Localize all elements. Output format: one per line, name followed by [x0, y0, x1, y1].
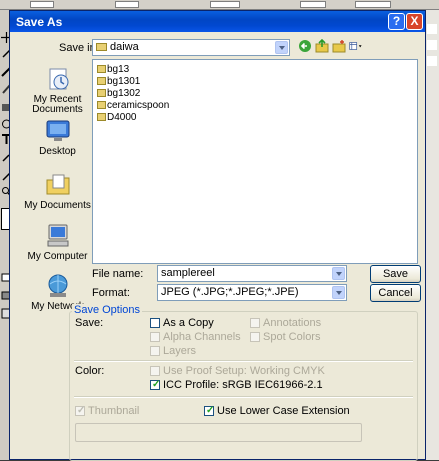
app-options-bar — [0, 0, 439, 10]
file-name: bg1301 — [107, 76, 141, 87]
save-options-title: Save Options — [72, 304, 143, 316]
divider — [74, 360, 413, 362]
file-list[interactable]: bg13 bg1301 bg1302 ceramicspoon D4000 — [92, 59, 418, 264]
file-name-input[interactable]: samplereel — [157, 265, 347, 282]
warning-area — [75, 423, 362, 442]
place-label: My Documents — [24, 200, 91, 211]
cancel-button[interactable]: Cancel — [370, 284, 421, 302]
spot-colors-checkbox[interactable] — [250, 332, 260, 342]
use-proof-setup-label: Use Proof Setup: Working CMYK — [163, 365, 325, 377]
save-in-value: daiwa — [96, 41, 139, 53]
dialog-title: Save As — [16, 15, 63, 29]
icc-profile-label: ICC Profile: sRGB IEC61966-2.1 — [163, 379, 323, 391]
layers-checkbox[interactable] — [150, 346, 160, 356]
lower-case-extension-checkbox[interactable]: ✓ — [204, 405, 215, 416]
list-item[interactable]: D4000 — [97, 112, 136, 124]
image-file-icon — [97, 65, 106, 73]
layers-label: Layers — [163, 345, 197, 357]
divider — [74, 396, 413, 398]
image-file-icon — [97, 77, 106, 85]
place-label: Documents — [32, 104, 83, 115]
checkmark-icon: ✓ — [152, 379, 161, 390]
chevron-down-icon[interactable] — [332, 267, 345, 280]
list-item[interactable]: ceramicspoon — [97, 100, 169, 112]
recent-documents-icon — [44, 65, 72, 93]
up-folder-icon[interactable] — [315, 39, 329, 53]
my-documents-icon — [44, 171, 72, 199]
file-name: bg1302 — [107, 88, 141, 99]
list-item[interactable]: bg1302 — [97, 88, 140, 100]
background-canvas — [425, 10, 439, 460]
back-icon[interactable] — [298, 39, 312, 53]
save-in-dropdown[interactable]: daiwa — [92, 39, 290, 56]
file-name: bg13 — [107, 64, 130, 75]
as-a-copy-label: As a Copy — [163, 317, 214, 329]
file-name-value: samplereel — [161, 267, 215, 279]
help-button[interactable]: ? — [388, 13, 405, 30]
desktop-icon — [44, 117, 72, 145]
annotations-label: Annotations — [263, 317, 322, 329]
format-dropdown[interactable]: JPEG (*.JPG;*.JPEG;*.JPE) — [157, 284, 347, 301]
image-file-icon — [97, 101, 106, 109]
checkmark-icon: ✓ — [77, 405, 86, 416]
title-bar: Save As ? X — [10, 11, 425, 32]
as-a-copy-checkbox[interactable] — [150, 318, 160, 328]
place-label: My Computer — [27, 251, 88, 262]
options-field — [355, 1, 391, 8]
annotations-checkbox[interactable] — [250, 318, 260, 328]
places-bar: My Recent Documents Desktop My Documents… — [24, 59, 91, 312]
chevron-down-icon[interactable] — [275, 41, 288, 54]
alpha-channels-label: Alpha Channels — [163, 331, 241, 343]
alpha-channels-checkbox[interactable] — [150, 332, 160, 342]
checkmark-icon: ✓ — [206, 405, 215, 416]
folder-icon — [96, 43, 107, 51]
save-button[interactable]: Save — [370, 265, 421, 283]
place-my-documents[interactable]: My Documents — [24, 171, 91, 211]
save-label: Save: — [75, 317, 104, 329]
file-name-label: File name: — [92, 268, 144, 280]
chevron-down-icon[interactable] — [332, 286, 345, 299]
use-proof-setup-checkbox[interactable] — [150, 366, 160, 376]
place-label: Desktop — [39, 146, 76, 157]
format-value: JPEG (*.JPG;*.JPEG;*.JPE) — [161, 286, 299, 298]
thumbnail-checkbox[interactable]: ✓ — [75, 405, 86, 416]
place-desktop[interactable]: Desktop — [24, 117, 91, 157]
save-as-dialog: Save As ? X Save in: daiwa My Recent Doc… — [9, 10, 426, 461]
close-button[interactable]: X — [406, 13, 423, 30]
file-name: D4000 — [107, 112, 137, 123]
icc-profile-checkbox[interactable]: ✓ — [150, 379, 161, 390]
place-my-computer[interactable]: My Computer — [24, 222, 91, 262]
save-in-folder-name: daiwa — [110, 41, 139, 53]
color-label: Color: — [75, 365, 105, 377]
new-folder-icon[interactable] — [332, 39, 346, 53]
view-menu-icon[interactable] — [349, 39, 369, 53]
list-item[interactable]: bg1301 — [97, 76, 140, 88]
lower-case-extension-label: Use Lower Case Extension — [217, 405, 350, 417]
spot-colors-label: Spot Colors — [263, 331, 321, 343]
image-file-icon — [97, 89, 106, 97]
my-network-icon — [44, 272, 72, 300]
options-field — [115, 1, 139, 8]
list-item[interactable]: bg13 — [97, 64, 129, 76]
options-field — [30, 1, 54, 8]
format-label: Format: — [92, 287, 130, 299]
file-name: ceramicspoon — [107, 100, 170, 111]
options-field — [300, 1, 326, 8]
place-recent-documents[interactable]: My Recent Documents — [24, 65, 91, 115]
options-field — [210, 1, 240, 8]
my-computer-icon — [44, 222, 72, 250]
image-file-icon — [97, 113, 106, 121]
thumbnail-label: Thumbnail — [88, 405, 140, 417]
